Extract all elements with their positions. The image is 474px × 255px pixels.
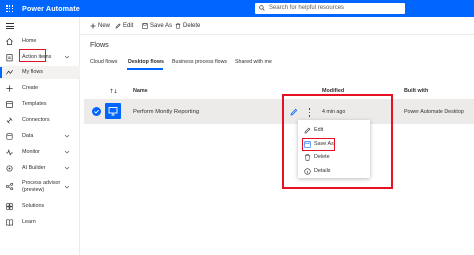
clipboard-icon (6, 54, 13, 62)
sort-icon[interactable] (110, 88, 117, 94)
sidebar-item-create[interactable]: Create (0, 82, 80, 95)
trash-icon (175, 23, 181, 29)
template-icon (6, 101, 13, 108)
flow-icon (6, 70, 13, 75)
sidebar-item-my-flows[interactable]: My flows (0, 66, 80, 79)
sidebar-item-label: Templates (22, 101, 47, 107)
sidebar-item-monitor[interactable]: Monitor (0, 146, 80, 159)
new-label: New (98, 23, 111, 29)
tab-desktop-flows[interactable]: Desktop flows (128, 58, 164, 66)
selected-tab-underline (127, 68, 163, 70)
plus-icon (6, 85, 13, 92)
chevron-down-icon[interactable] (64, 149, 70, 155)
sidebar-item-connectors[interactable]: Connectors (0, 114, 80, 127)
sidebar-item-home[interactable]: Home (0, 35, 80, 48)
search-input[interactable]: Search for helpful resources (269, 4, 344, 13)
tab-cloud-flows[interactable]: Cloud flows (90, 58, 117, 66)
app-title: Power Automate (22, 4, 80, 13)
sidebar-item-process-advisor[interactable]: Process advisor (preview) (0, 178, 80, 198)
process-advisor-icon (5, 182, 14, 191)
column-header-built-with[interactable]: Built with (404, 87, 428, 95)
connector-icon (6, 117, 13, 124)
command-bar: New Edit Save As Delete (80, 17, 474, 35)
sidebar-item-label: Monitor (22, 149, 40, 155)
sidebar-item-data[interactable]: Data (0, 130, 80, 143)
sidebar-item-label: Learn (22, 219, 36, 225)
sidebar-item-templates[interactable]: Templates (0, 98, 80, 111)
home-icon (6, 38, 13, 46)
pencil-icon (115, 23, 121, 29)
sidebar-item-label: Connectors (22, 117, 50, 123)
database-icon (6, 133, 13, 140)
sidebar-item-label: Solutions (22, 203, 45, 209)
sidebar-item-label: Home (22, 38, 37, 44)
sidebar-item-label: Create (22, 85, 39, 91)
sidebar-item-label: Process advisor (preview) (22, 180, 61, 193)
page-title: Flows (90, 40, 109, 49)
app-header: Power Automate Search for helpful resour… (0, 0, 474, 17)
app-launcher-icon[interactable] (6, 5, 13, 12)
save-as-label: Save As (150, 23, 173, 29)
save-as-icon (142, 23, 148, 29)
tab-shared-with-me[interactable]: Shared with me (235, 58, 272, 66)
sidebar-item-ai-builder[interactable]: AI Builder (0, 162, 80, 175)
highlight-box-my-flows (19, 49, 46, 62)
search-icon (259, 5, 265, 11)
sidebar-item-learn[interactable]: Learn (0, 216, 80, 229)
plus-icon (90, 23, 96, 29)
sidebar-item-label: My flows (22, 69, 43, 75)
book-icon (6, 219, 13, 226)
delete-label: Delete (183, 23, 201, 29)
highlight-box-row-actions (282, 94, 393, 189)
sidebar-item-solutions[interactable]: Solutions (0, 200, 80, 213)
sidebar-item-label: AI Builder (22, 165, 46, 171)
active-indicator (0, 67, 2, 78)
search-box[interactable]: Search for helpful resources (255, 3, 405, 14)
flow-name-link[interactable]: Perform Montly Reporting (133, 108, 199, 116)
chevron-down-icon[interactable] (64, 54, 70, 60)
chevron-down-icon[interactable] (64, 165, 70, 171)
solutions-icon (6, 203, 13, 210)
edit-label: Edit (123, 23, 134, 29)
row-selected-check-icon[interactable] (92, 107, 101, 116)
sidebar-item-label: Data (22, 133, 34, 139)
hamburger-menu-icon[interactable] (6, 23, 14, 29)
ai-builder-icon (6, 165, 13, 172)
chevron-down-icon[interactable] (64, 184, 70, 190)
built-with-value: Power Automate Desktop (404, 109, 464, 115)
monitor-icon (6, 149, 13, 156)
chevron-down-icon[interactable] (64, 133, 70, 139)
desktop-flow-icon (105, 103, 121, 119)
column-header-name[interactable]: Name (133, 87, 148, 95)
tab-business-process-flows[interactable]: Business process flows (172, 58, 227, 66)
